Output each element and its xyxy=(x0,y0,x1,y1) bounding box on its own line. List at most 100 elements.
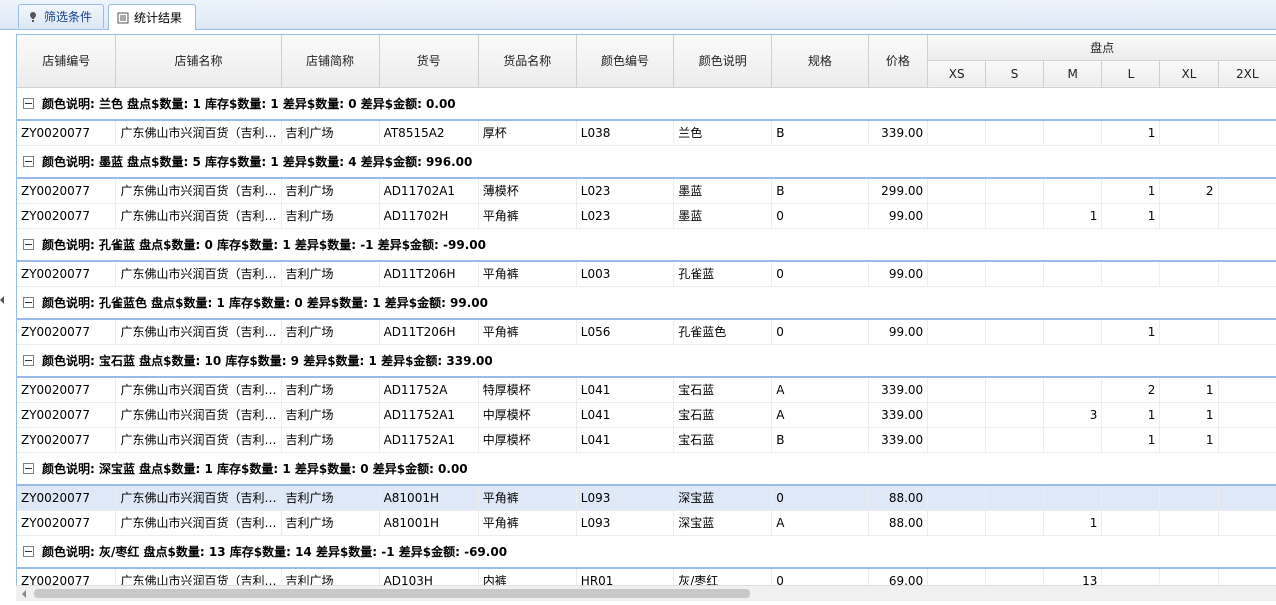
group-header-row[interactable]: 颜色说明: 深宝蓝 盘点$数量: 1 库存$数量: 1 差异$数量: 0 差异$… xyxy=(17,452,1276,486)
table-cell: AD11752A1 xyxy=(379,427,479,453)
table-cell: 中厚模杯 xyxy=(478,427,577,453)
table-row[interactable]: ZY0020077 广东佛山市兴润百货（吉利… 吉利广场 AD11T206H 平角裤 L0… xyxy=(17,260,1276,287)
group-header-cell: 颜色说明: 兰色 盘点$数量: 1 库存$数量: 1 差异$数量: 0 差异$金… xyxy=(17,87,1276,121)
table-cell xyxy=(927,402,987,428)
collapse-left-icon[interactable] xyxy=(0,293,5,307)
group-header-cell: 颜色说明: 灰/枣红 盘点$数量: 13 库存$数量: 14 差异$数量: -1… xyxy=(17,535,1276,569)
table-cell: 1 xyxy=(1159,376,1219,403)
table-cell: 0 xyxy=(771,484,869,511)
table-cell: 0 xyxy=(771,567,869,586)
table-cell xyxy=(985,177,1044,204)
col-header-color-code[interactable]: 颜色编号 xyxy=(576,35,675,88)
group-header-cell: 颜色说明: 孔雀蓝色 盘点$数量: 1 库存$数量: 0 差异$数量: 1 差异… xyxy=(17,286,1276,320)
table-cell xyxy=(1043,119,1103,146)
group-header-cell: 颜色说明: 宝石蓝 盘点$数量: 10 库存$数量: 9 差异$数量: 1 差异… xyxy=(17,344,1276,378)
tab-filter-conditions[interactable]: 筛选条件 xyxy=(18,4,104,28)
table-cell xyxy=(1043,318,1103,345)
col-header-spec[interactable]: 规格 xyxy=(771,35,869,88)
table-cell: ZY0020077 xyxy=(17,484,117,511)
table-cell xyxy=(985,119,1044,146)
table-row[interactable]: ZY0020077 广东佛山市兴润百货（吉利… 吉利广场 A81001H 平角裤 L093… xyxy=(17,484,1276,511)
table-cell: 1 xyxy=(1101,427,1161,453)
table-cell: 中厚模杯 xyxy=(478,402,577,428)
table-cell: 0 xyxy=(771,318,869,345)
tab-label: 筛选条件 xyxy=(44,10,93,24)
table-cell: 339.00 xyxy=(868,402,929,428)
filter-icon xyxy=(30,11,36,22)
group-header-row[interactable]: 颜色说明: 兰色 盘点$数量: 1 库存$数量: 1 差异$数量: 0 差异$金… xyxy=(17,87,1276,121)
table-row[interactable]: ZY0020077 广东佛山市兴润百货（吉利… 吉利广场 AD11752A1 中厚模杯 L… xyxy=(17,402,1276,428)
table-cell xyxy=(1043,376,1103,403)
tab-statistics-results[interactable]: 统计结果 xyxy=(108,4,196,30)
table-cell xyxy=(1159,203,1219,229)
col-header-size-xs[interactable]: XS xyxy=(927,60,987,88)
table-cell xyxy=(1218,567,1276,586)
table-cell xyxy=(1218,203,1276,229)
scrollbar-thumb[interactable] xyxy=(34,589,750,598)
table-cell: L023 xyxy=(576,203,675,229)
table-row[interactable]: ZY0020077 广东佛山市兴润百货（吉利… 吉利广场 AD11702A1 薄模杯 L0… xyxy=(17,177,1276,204)
table-cell: 广东佛山市兴润百货（吉利… xyxy=(115,318,282,345)
group-header-row[interactable]: 颜色说明: 墨蓝 盘点$数量: 5 库存$数量: 1 差异$数量: 4 差异$金… xyxy=(17,145,1276,179)
table-row[interactable]: ZY0020077 广东佛山市兴润百货（吉利… 吉利广场 AD11752A1 中厚模杯 L… xyxy=(17,427,1276,453)
table-cell: AD11T206H xyxy=(379,260,479,287)
table-row[interactable]: ZY0020077 广东佛山市兴润百货（吉利… 吉利广场 A81001H 平角裤 L093… xyxy=(17,510,1276,536)
table-cell xyxy=(1218,376,1276,403)
col-header-store-code[interactable]: 店铺编号 xyxy=(17,35,117,88)
collapse-toggle-icon[interactable] xyxy=(23,238,34,250)
col-header-item-name[interactable]: 货品名称 xyxy=(478,35,577,88)
col-header-color-desc[interactable]: 颜色说明 xyxy=(673,35,773,88)
table-cell xyxy=(1159,119,1219,146)
table-cell: A81001H xyxy=(379,510,479,536)
group-header-row[interactable]: 颜色说明: 孔雀蓝色 盘点$数量: 1 库存$数量: 0 差异$数量: 1 差异… xyxy=(17,286,1276,320)
group-header-row[interactable]: 颜色说明: 灰/枣红 盘点$数量: 13 库存$数量: 14 差异$数量: -1… xyxy=(17,535,1276,569)
horizontal-scrollbar[interactable] xyxy=(16,585,1276,601)
table-cell: B xyxy=(771,119,869,146)
tab-label: 统计结果 xyxy=(134,11,183,25)
collapse-toggle-icon[interactable] xyxy=(23,545,34,557)
col-header-size-2xl[interactable]: 2XL xyxy=(1218,60,1276,88)
table-row[interactable]: ZY0020077 广东佛山市兴润百货（吉利… 吉利广场 AT8515A2 厚杯 L038… xyxy=(17,119,1276,146)
col-header-size-s[interactable]: S xyxy=(985,60,1044,88)
group-summary-label: 颜色说明: 孔雀蓝色 盘点$数量: 1 库存$数量: 0 差异$数量: 1 差异… xyxy=(42,295,489,310)
col-header-store-short[interactable]: 店铺简称 xyxy=(281,35,380,88)
col-header-size-m[interactable]: M xyxy=(1043,60,1103,88)
col-header-price[interactable]: 价格 xyxy=(868,35,929,88)
table-row[interactable]: ZY0020077 广东佛山市兴润百货（吉利… 吉利广场 AD11702H 平角裤 L02… xyxy=(17,203,1276,229)
table-cell: ZY0020077 xyxy=(17,260,117,287)
table-cell: 吉利广场 xyxy=(281,427,380,453)
col-header-item-no[interactable]: 货号 xyxy=(379,35,479,88)
table-cell: 吉利广场 xyxy=(281,510,380,536)
col-header-size-xl[interactable]: XL xyxy=(1159,60,1219,88)
tab-bar: 筛选条件 统计结果 xyxy=(0,0,1276,30)
collapse-toggle-icon[interactable] xyxy=(23,462,34,474)
group-header-row[interactable]: 颜色说明: 宝石蓝 盘点$数量: 10 库存$数量: 9 差异$数量: 1 差异… xyxy=(17,344,1276,378)
table-cell: ZY0020077 xyxy=(17,376,117,403)
table-row[interactable]: ZY0020077 广东佛山市兴润百货（吉利… 吉利广场 AD103H 内裤 HR01 灰/… xyxy=(17,567,1276,586)
table-cell: ZY0020077 xyxy=(17,402,117,428)
table-cell: 0 xyxy=(771,260,869,287)
scroll-left-icon[interactable] xyxy=(22,590,26,598)
table-cell: 吉利广场 xyxy=(281,260,380,287)
collapse-toggle-icon[interactable] xyxy=(23,296,34,308)
table-cell: AD11T206H xyxy=(379,318,479,345)
table-cell: AD11752A xyxy=(379,376,479,403)
table-cell: ZY0020077 xyxy=(17,119,117,146)
group-header-row[interactable]: 颜色说明: 孔雀蓝 盘点$数量: 0 库存$数量: 1 差异$数量: -1 差异… xyxy=(17,228,1276,262)
group-summary-label: 颜色说明: 深宝蓝 盘点$数量: 1 库存$数量: 1 差异$数量: 0 差异$… xyxy=(42,461,468,476)
collapse-toggle-icon[interactable] xyxy=(23,155,34,167)
table-row[interactable]: ZY0020077 广东佛山市兴润百货（吉利… 吉利广场 AD11752A 特厚模杯 L0… xyxy=(17,376,1276,403)
table-cell: AD11702A1 xyxy=(379,177,479,204)
table-row[interactable]: ZY0020077 广东佛山市兴润百货（吉利… 吉利广场 AD11T206H 平角裤 L0… xyxy=(17,318,1276,345)
collapse-toggle-icon[interactable] xyxy=(23,354,34,366)
results-grid: 店铺编号 店铺名称 店铺简称 货号 货品名称 颜色编号 颜色说明 规格 价格 盘… xyxy=(16,34,1276,586)
table-cell: 平角裤 xyxy=(478,203,577,229)
table-cell xyxy=(1101,510,1161,536)
table-cell: L003 xyxy=(576,260,675,287)
table-cell: 广东佛山市兴润百货（吉利… xyxy=(115,427,282,453)
collapse-toggle-icon[interactable] xyxy=(23,97,34,109)
col-header-size-l[interactable]: L xyxy=(1101,60,1161,88)
table-cell: 1 xyxy=(1159,427,1219,453)
table-cell: 299.00 xyxy=(868,177,929,204)
col-header-store-name[interactable]: 店铺名称 xyxy=(115,35,282,88)
